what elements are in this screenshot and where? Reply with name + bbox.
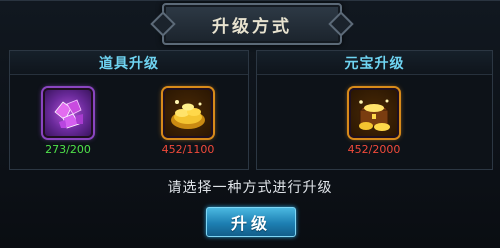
upgrade-hint: 请选择一种方式进行升级 <box>167 180 333 196</box>
gold-ingots-count: 452/1100 <box>161 143 215 156</box>
upgrade-button[interactable]: 升级 <box>206 207 296 237</box>
purple-gems-item[interactable]: 273/200 <box>38 88 98 156</box>
gold-ingots-item[interactable]: 452/1100 <box>158 88 218 156</box>
dialog-title: 升级方式 <box>212 16 292 37</box>
upgrade-button-label: 升级 <box>230 214 271 233</box>
yuanbao-upgrade-panel: 元宝升级 452/2000 <box>256 50 493 170</box>
purple-gems-count: 273/200 <box>45 143 91 156</box>
item-upgrade-panel: 道具升级 273/200 452/1100 <box>9 50 249 170</box>
treasure-chest-item[interactable]: 452/2000 <box>344 88 404 156</box>
gold-ingots-icon[interactable] <box>163 88 213 138</box>
treasure-chest-count: 452/2000 <box>347 143 401 156</box>
item-upgrade-title: 道具升级 <box>99 55 159 72</box>
upgrade-dialog: 升级方式 道具升级 273/200 452/1100 元宝升级 452/2000… <box>0 0 500 248</box>
yuanbao-upgrade-header: 元宝升级 <box>257 51 492 75</box>
item-upgrade-header: 道具升级 <box>10 51 248 75</box>
purple-gems-icon[interactable] <box>43 88 93 138</box>
treasure-chest-icon[interactable] <box>349 88 399 138</box>
dialog-title-plate: 升级方式 <box>162 3 342 45</box>
yuanbao-upgrade-title: 元宝升级 <box>344 55 405 72</box>
